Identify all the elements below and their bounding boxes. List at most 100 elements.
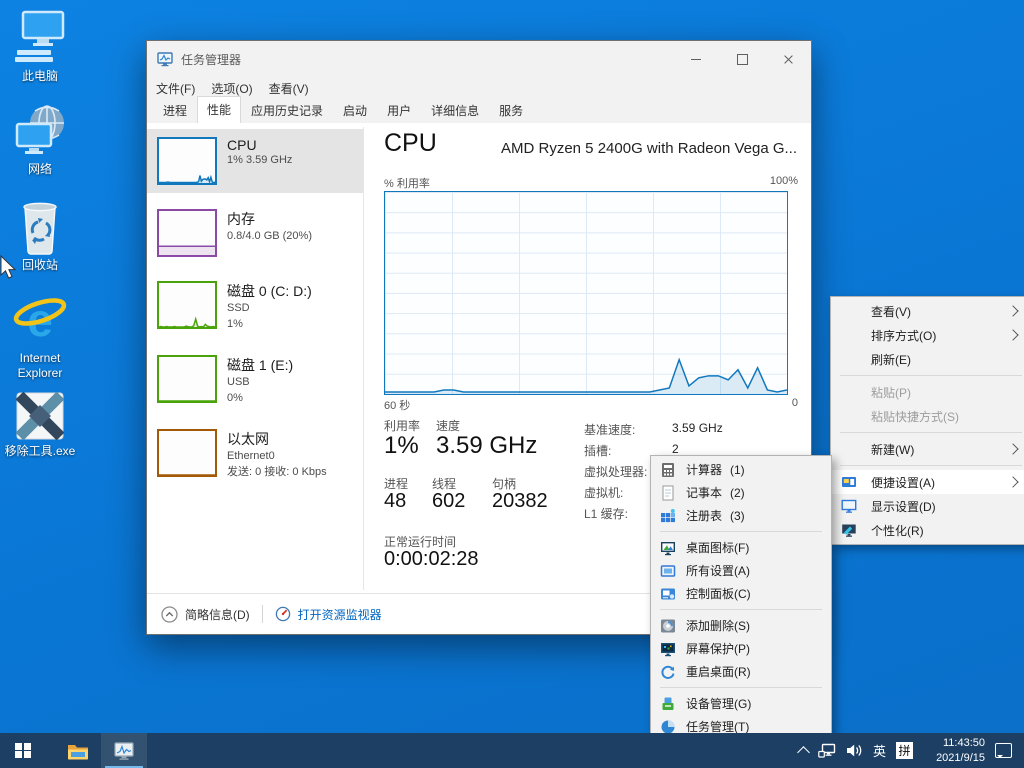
speed-value: 3.59 GHz <box>436 432 537 460</box>
ctx-item-quick-settings[interactable]: 便捷设置(A) <box>831 470 1024 494</box>
submenu-item-registry[interactable]: 注册表(3) <box>651 504 831 527</box>
tray-overflow-chevron-icon[interactable] <box>797 746 810 759</box>
quick-settings-icon <box>841 474 857 490</box>
desktop-icon-remover-exe[interactable]: 移除工具.exe <box>2 391 78 459</box>
taskbar-file-explorer[interactable] <box>55 733 101 768</box>
calculator-icon <box>660 462 676 478</box>
ime-mode-indicator[interactable]: 拼 <box>896 742 913 759</box>
ctx-item-display-settings[interactable]: 显示设置(D) <box>831 494 1024 518</box>
maximize-icon <box>737 54 748 65</box>
ime-language-indicator[interactable]: 英 <box>873 741 886 760</box>
desktop-icons-icon <box>660 540 676 556</box>
menu-bar: 文件(F) 选项(O) 查看(V) <box>147 77 811 99</box>
menu-options[interactable]: 选项(O) <box>211 80 252 97</box>
sidebar-item-disk0[interactable]: 磁盘 0 (C: D:) SSD 1% <box>147 273 363 341</box>
notepad-icon <box>660 485 676 501</box>
submenu-item-screensaver[interactable]: 屏幕保护(P) <box>651 637 831 660</box>
memory-mini-chart <box>157 209 217 257</box>
submenu-item-device-manager[interactable]: 设备管理(G) <box>651 692 831 715</box>
ctx-item-sort-by[interactable]: 排序方式(O) <box>831 323 1024 347</box>
tab-strip: 进程 性能 应用历史记录 启动 用户 详细信息 服务 <box>147 99 811 124</box>
title-bar[interactable]: 任务管理器 <box>147 41 811 77</box>
window-title: 任务管理器 <box>181 51 241 68</box>
open-resource-monitor-link[interactable]: 打开资源监视器 <box>275 606 382 623</box>
tab-startup[interactable]: 启动 <box>333 97 377 124</box>
submenu-item-control-panel[interactable]: 控制面板(C) <box>651 582 831 605</box>
chevron-up-circle-icon <box>161 606 178 623</box>
submenu-arrow-icon <box>1007 443 1018 454</box>
resource-monitor-icon <box>275 606 291 622</box>
desktop-icon-internet-explorer[interactable]: e Internet Explorer <box>2 294 78 381</box>
tab-performance[interactable]: 性能 <box>197 96 241 124</box>
desktop-icon-label: 网络 <box>2 162 78 177</box>
footer-divider <box>262 605 263 623</box>
cpu-utilization-chart <box>384 191 788 395</box>
submenu-arrow-icon <box>1007 305 1018 316</box>
start-button[interactable] <box>0 733 46 768</box>
tray-time: 11:43:50 <box>923 736 985 751</box>
close-icon <box>783 54 794 65</box>
submenu-item-calculator[interactable]: 计算器(1) <box>651 458 831 481</box>
registry-icon <box>660 508 676 524</box>
submenu-item-notepad[interactable]: 记事本(2) <box>651 481 831 504</box>
remover-tool-icon <box>15 391 65 441</box>
submenu-item-desktop-icons[interactable]: 桌面图标(F) <box>651 536 831 559</box>
recycle-bin-icon <box>13 199 67 255</box>
sidebar-item-ethernet[interactable]: 以太网 Ethernet0 发送: 0 接收: 0 Kbps <box>147 421 363 489</box>
tray-clock[interactable]: 11:43:50 2021/9/15 <box>923 736 985 766</box>
sidebar-item-cpu[interactable]: CPU 1% 3.59 GHz <box>147 129 363 193</box>
ctx-item-paste-shortcut: 粘贴快捷方式(S) <box>831 404 1024 428</box>
tab-details[interactable]: 详细信息 <box>421 97 489 124</box>
ctx-item-refresh[interactable]: 刷新(E) <box>831 347 1024 371</box>
internet-explorer-icon: e <box>12 294 68 348</box>
desktop-icon-this-pc[interactable]: 此电脑 <box>2 10 78 84</box>
ctx-item-new[interactable]: 新建(W) <box>831 437 1024 461</box>
disk1-mini-chart <box>157 355 217 403</box>
submenu-item-all-settings[interactable]: 所有设置(A) <box>651 559 831 582</box>
threads-value: 602 <box>432 490 465 513</box>
uptime-value: 0:00:02:28 <box>384 548 479 571</box>
cpu-model: AMD Ryzen 5 2400G with Radeon Vega G... <box>501 140 797 157</box>
close-button[interactable] <box>765 41 811 77</box>
windows-logo-icon <box>15 743 31 759</box>
minimize-icon <box>691 59 701 60</box>
control-panel-icon <box>660 586 676 602</box>
desktop-icon-label: 移除工具.exe <box>2 444 78 459</box>
tab-services[interactable]: 服务 <box>489 97 533 124</box>
personalize-icon <box>841 522 857 538</box>
fewer-details-toggle[interactable]: 简略信息(D) <box>161 606 250 623</box>
ctx-item-view[interactable]: 查看(V) <box>831 299 1024 323</box>
tab-app-history[interactable]: 应用历史记录 <box>241 97 333 124</box>
tab-users[interactable]: 用户 <box>377 97 421 124</box>
action-center-icon[interactable] <box>995 743 1012 758</box>
desktop-context-menu: 查看(V) 排序方式(O) 刷新(E) 粘贴(P) 粘贴快捷方式(S) 新建(W… <box>830 296 1024 545</box>
volume-icon[interactable] <box>846 743 863 758</box>
maximize-button[interactable] <box>719 41 765 77</box>
desktop-icon-label: 此电脑 <box>2 69 78 84</box>
tab-processes[interactable]: 进程 <box>153 97 197 124</box>
system-tray: 英 拼 11:43:50 2021/9/15 <box>799 736 1024 766</box>
menu-file[interactable]: 文件(F) <box>156 80 195 97</box>
menu-view[interactable]: 查看(V) <box>269 80 309 97</box>
menu-separator <box>840 465 1022 466</box>
menu-separator <box>840 432 1022 433</box>
network-status-icon[interactable] <box>818 743 836 758</box>
taskbar-task-manager[interactable] <box>101 733 147 768</box>
menu-separator <box>840 375 1022 376</box>
task-manager-app-icon <box>157 51 173 67</box>
menu-separator <box>660 609 822 610</box>
sidebar-item-disk1[interactable]: 磁盘 1 (E:) USB 0% <box>147 347 363 415</box>
handles-value: 20382 <box>492 490 548 513</box>
quick-settings-submenu: 计算器(1) 记事本(2) 注册表(3) 桌面图标(F) 所有设置(A) 控制面… <box>650 455 832 741</box>
cpu-pane-title: CPU <box>384 129 437 158</box>
desktop-icon-network[interactable]: 网络 <box>2 103 78 177</box>
task-manager-taskbar-icon <box>113 741 135 761</box>
minimize-button[interactable] <box>673 41 719 77</box>
ethernet-mini-chart <box>157 429 217 477</box>
ctx-item-personalize[interactable]: 个性化(R) <box>831 518 1024 542</box>
sidebar-item-memory[interactable]: 内存 0.8/4.0 GB (20%) <box>147 201 363 265</box>
screensaver-icon <box>660 641 676 657</box>
submenu-item-add-remove[interactable]: 添加删除(S) <box>651 614 831 637</box>
ctx-item-paste: 粘贴(P) <box>831 380 1024 404</box>
submenu-item-restart-desktop[interactable]: 重启桌面(R) <box>651 660 831 683</box>
